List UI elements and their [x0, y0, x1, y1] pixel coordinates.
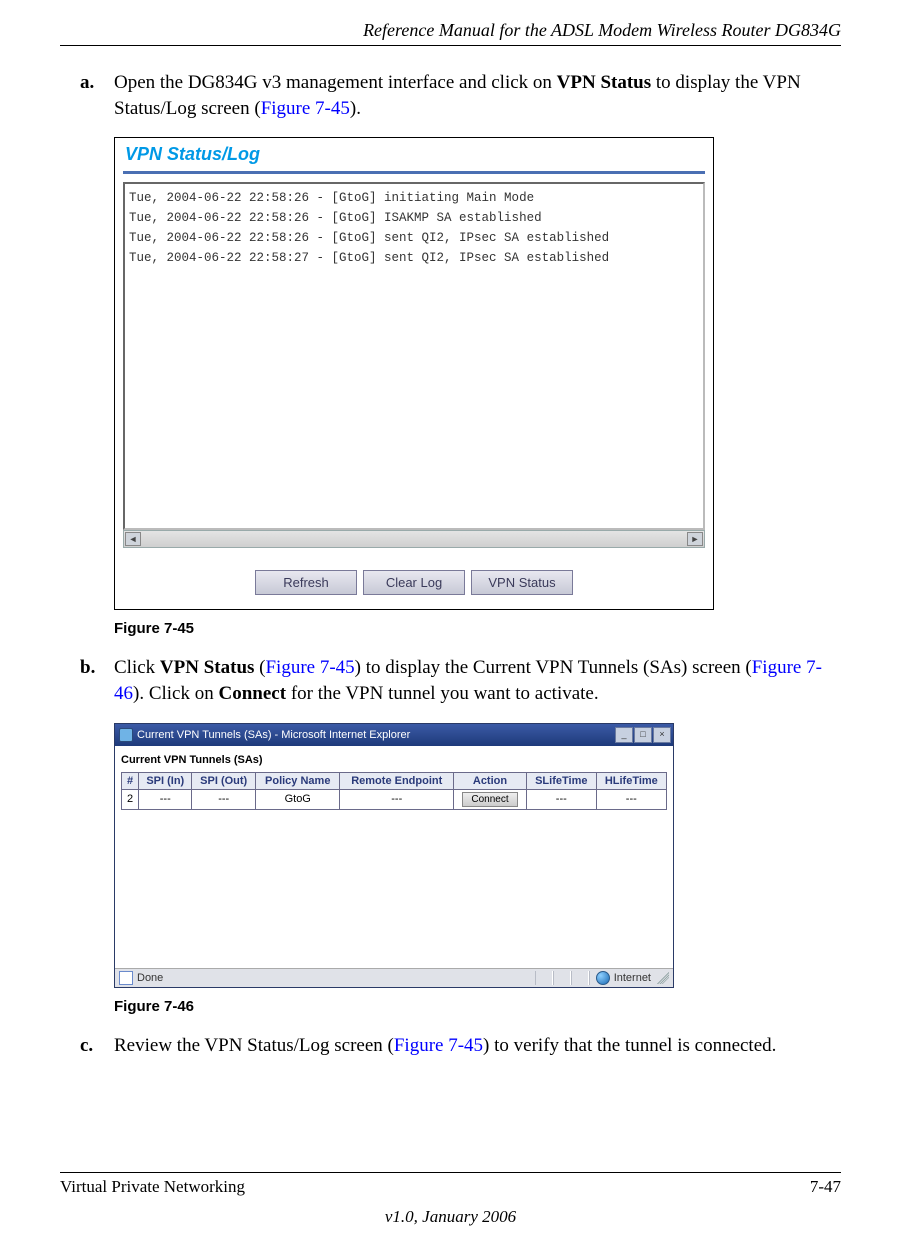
figure-7-45: VPN Status/Log Tue, 2004-06-22 22:58:26 … — [114, 137, 841, 610]
close-button[interactable]: × — [653, 727, 671, 743]
cell-action: Connect — [454, 789, 527, 809]
text: Open the DG834G v3 management interface … — [114, 72, 557, 93]
window-titlebar: Current VPN Tunnels (SAs) - Microsoft In… — [115, 724, 673, 746]
text: ( — [254, 657, 265, 678]
col-num: # — [122, 772, 139, 789]
bold-text: VPN Status — [557, 72, 651, 93]
col-spi-in: SPI (In) — [139, 772, 192, 789]
vpn-status-button[interactable]: VPN Status — [471, 570, 573, 595]
footer-right: 7-47 — [810, 1177, 841, 1197]
horizontal-scrollbar[interactable]: ◄ ► — [123, 530, 705, 548]
step-a-letter: a. — [80, 70, 114, 121]
status-done: Done — [137, 972, 163, 984]
step-b-body: Click VPN Status (Figure 7-45) to displa… — [114, 655, 841, 706]
text: ). Click on — [133, 683, 219, 704]
bold-text: VPN Status — [160, 657, 254, 678]
step-c-body: Review the VPN Status/Log screen (Figure… — [114, 1033, 841, 1059]
footer-rule — [60, 1172, 841, 1173]
status-cell — [553, 971, 571, 985]
tunnels-heading: Current VPN Tunnels (SAs) — [121, 754, 667, 766]
col-endpoint: Remote Endpoint — [340, 772, 454, 789]
table-row: 2 --- --- GtoG --- Connect --- --- — [122, 789, 667, 809]
step-c-letter: c. — [80, 1033, 114, 1059]
figure-7-46: Current VPN Tunnels (SAs) - Microsoft In… — [114, 723, 841, 988]
header-rule — [60, 45, 841, 46]
cell-slife: --- — [526, 789, 596, 809]
footer-center: v1.0, January 2006 — [60, 1207, 841, 1227]
ie-icon — [119, 728, 133, 742]
bold-text: Connect — [219, 683, 287, 704]
figure-link[interactable]: Figure 7-45 — [261, 98, 350, 119]
text: ). — [350, 98, 361, 119]
maximize-button[interactable]: □ — [634, 727, 652, 743]
resize-grip-icon[interactable] — [657, 972, 669, 984]
cell-hlife: --- — [596, 789, 666, 809]
step-b-letter: b. — [80, 655, 114, 706]
cell-endpoint: --- — [340, 789, 454, 809]
figure-link[interactable]: Figure 7-45 — [394, 1035, 483, 1056]
status-cell — [571, 971, 589, 985]
connect-button[interactable]: Connect — [462, 792, 517, 807]
col-slife: SLifeTime — [526, 772, 596, 789]
text: Review the VPN Status/Log screen ( — [114, 1035, 394, 1056]
text: for the VPN tunnel you want to activate. — [286, 683, 599, 704]
vpn-log-textarea[interactable]: Tue, 2004-06-22 22:58:26 - [GtoG] initia… — [123, 182, 705, 530]
cell-num: 2 — [122, 789, 139, 809]
step-a-body: Open the DG834G v3 management interface … — [114, 70, 841, 121]
window-title: Current VPN Tunnels (SAs) - Microsoft In… — [137, 729, 410, 741]
page-icon — [119, 971, 133, 985]
step-c: c. Review the VPN Status/Log screen (Fig… — [80, 1033, 841, 1059]
running-header: Reference Manual for the ADSL Modem Wire… — [60, 20, 841, 41]
col-hlife: HLifeTime — [596, 772, 666, 789]
scroll-left-icon[interactable]: ◄ — [125, 532, 141, 546]
text: ) to verify that the tunnel is connected… — [483, 1035, 776, 1056]
step-a: a. Open the DG834G v3 management interfa… — [80, 70, 841, 121]
vpn-divider — [123, 171, 705, 174]
figure-7-45-caption: Figure 7-45 — [114, 620, 841, 637]
cell-spi-out: --- — [192, 789, 256, 809]
cell-spi-in: --- — [139, 789, 192, 809]
status-zone: Internet — [614, 972, 651, 984]
refresh-button[interactable]: Refresh — [255, 570, 357, 595]
ie-window: Current VPN Tunnels (SAs) - Microsoft In… — [114, 723, 674, 988]
footer-left: Virtual Private Networking — [60, 1177, 245, 1197]
vpn-button-row: Refresh Clear Log VPN Status — [123, 570, 705, 595]
status-cell — [535, 971, 553, 985]
cell-policy: GtoG — [256, 789, 340, 809]
ie-statusbar: Done Internet — [115, 968, 673, 987]
vpn-status-panel: VPN Status/Log Tue, 2004-06-22 22:58:26 … — [114, 137, 714, 610]
footer: Virtual Private Networking 7-47 — [60, 1177, 841, 1197]
internet-zone-icon — [596, 971, 610, 985]
text: ) to display the Current VPN Tunnels (SA… — [355, 657, 752, 678]
clear-log-button[interactable]: Clear Log — [363, 570, 465, 595]
scroll-right-icon[interactable]: ► — [687, 532, 703, 546]
col-policy: Policy Name — [256, 772, 340, 789]
text: Click — [114, 657, 160, 678]
ie-body: Current VPN Tunnels (SAs) # SPI (In) SPI… — [115, 746, 673, 968]
table-header-row: # SPI (In) SPI (Out) Policy Name Remote … — [122, 772, 667, 789]
tunnels-table: # SPI (In) SPI (Out) Policy Name Remote … — [121, 772, 667, 810]
col-spi-out: SPI (Out) — [192, 772, 256, 789]
minimize-button[interactable]: _ — [615, 727, 633, 743]
step-b: b. Click VPN Status (Figure 7-45) to dis… — [80, 655, 841, 706]
figure-link[interactable]: Figure 7-45 — [265, 657, 354, 678]
vpn-panel-title: VPN Status/Log — [123, 144, 705, 165]
col-action: Action — [454, 772, 527, 789]
figure-7-46-caption: Figure 7-46 — [114, 998, 841, 1015]
